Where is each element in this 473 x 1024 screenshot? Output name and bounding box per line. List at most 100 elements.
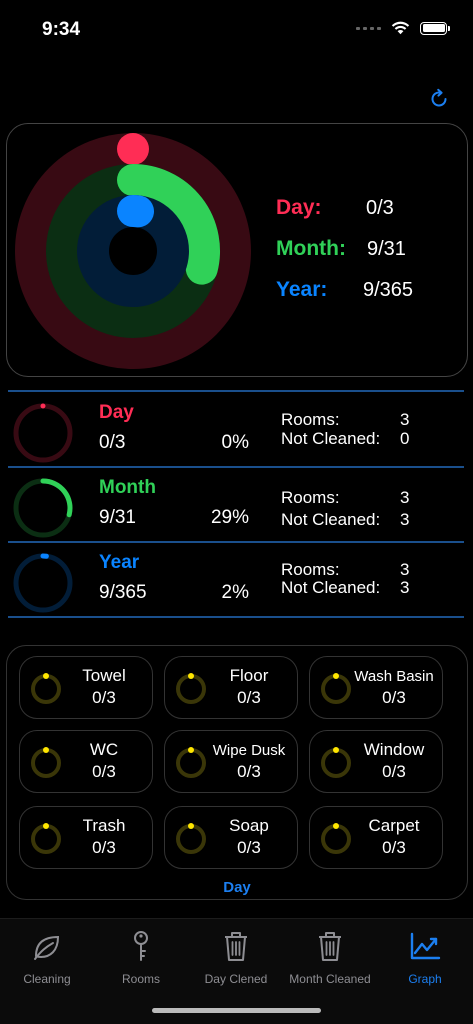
room-tile-soap[interactable]: Soap 0/3 xyxy=(164,806,298,869)
room-value: 0/3 xyxy=(92,838,116,857)
legend-year-label: Year: xyxy=(276,278,328,301)
not-cleaned-label: Not Cleaned: xyxy=(281,578,381,597)
not-cleaned-value: 3 xyxy=(400,510,410,529)
room-name: Floor xyxy=(229,666,269,685)
row-title: Day xyxy=(99,402,134,423)
wifi-icon xyxy=(391,21,410,35)
room-tiles-card: Towel 0/3 Floor 0/3 Wash Basin 0/3 WC 0/… xyxy=(6,645,468,900)
room-name: Trash xyxy=(82,816,126,835)
rooms-label: Rooms: xyxy=(281,488,340,507)
room-name: Carpet xyxy=(368,816,420,835)
year-progress-ring xyxy=(13,553,73,613)
room-tile-wc[interactable]: WC 0/3 xyxy=(19,730,153,793)
divider xyxy=(8,541,464,543)
chart-icon xyxy=(410,932,441,960)
room-tile-trash[interactable]: Trash 0/3 xyxy=(19,806,153,869)
row-ring-track xyxy=(13,553,73,613)
not-cleaned-value: 0 xyxy=(400,429,410,448)
trash-icon xyxy=(225,932,247,961)
legend-day-label: Day: xyxy=(276,196,322,219)
room-value: 0/3 xyxy=(382,838,406,857)
progress-row-month: Month 9/31 29% Rooms: 3 Not Cleaned: 3 xyxy=(8,469,464,541)
room-value: 0/3 xyxy=(382,688,406,707)
room-tile-wipe-dusk[interactable]: Wipe Dusk 0/3 xyxy=(164,730,298,793)
room-tile-window[interactable]: Window 0/3 xyxy=(309,730,443,793)
refresh-icon[interactable] xyxy=(428,88,450,110)
row-percent: 2% xyxy=(221,582,249,603)
tab-label: Graph xyxy=(408,972,442,986)
room-value: 0/3 xyxy=(92,762,116,781)
row-percent: 0% xyxy=(221,432,249,453)
rooms-label: Rooms: xyxy=(281,410,340,429)
tab-rooms[interactable]: Rooms xyxy=(94,929,188,989)
tab-label: Rooms xyxy=(121,972,160,986)
not-cleaned-label: Not Cleaned: xyxy=(281,510,381,529)
row-title: Month xyxy=(99,477,156,498)
room-progress-ring xyxy=(176,747,206,778)
room-progress-ring xyxy=(176,823,206,854)
row-value: 9/31 xyxy=(99,507,136,528)
row-ring-track xyxy=(13,403,73,463)
legend-day-value: 0/3 xyxy=(366,197,394,219)
home-indicator xyxy=(152,1008,321,1013)
day-ring-progress xyxy=(117,133,149,165)
legend-year-value: 9/365 xyxy=(363,279,414,301)
cellular-signal-icon xyxy=(356,26,381,30)
divider xyxy=(8,466,464,468)
progress-row-year: Year 9/365 2% Rooms: 3 Not Cleaned: 3 xyxy=(8,544,464,616)
tab-month-cleaned[interactable]: Month Cleaned xyxy=(283,929,377,989)
room-name: Towel xyxy=(82,666,126,685)
leaf-icon xyxy=(34,935,60,960)
row-value: 9/365 xyxy=(99,582,147,603)
divider xyxy=(8,390,464,392)
legend-month-value: 9/31 xyxy=(367,238,406,260)
room-name: Wash Basin xyxy=(354,668,434,685)
battery-icon xyxy=(420,21,450,35)
key-icon xyxy=(134,931,148,961)
status-icons xyxy=(356,21,450,35)
tab-label: Cleaning xyxy=(23,972,71,986)
room-value: 0/3 xyxy=(237,762,261,781)
day-progress-ring xyxy=(13,403,73,463)
room-tile-floor[interactable]: Floor 0/3 xyxy=(164,656,298,719)
row-percent: 29% xyxy=(210,507,249,528)
tab-graph[interactable]: Graph xyxy=(378,929,472,989)
room-tile-wash-basin[interactable]: Wash Basin 0/3 xyxy=(309,656,443,719)
room-value: 0/3 xyxy=(237,838,261,857)
rooms-value: 3 xyxy=(400,560,410,579)
tab-label: Day Clened xyxy=(204,972,268,986)
room-progress-ring xyxy=(321,823,351,854)
room-value: 0/3 xyxy=(382,762,406,781)
row-ring-progress xyxy=(40,403,46,409)
progress-row-day: Day 0/3 0% Rooms: 3 Not Cleaned: 0 xyxy=(8,394,464,466)
tab-cleaning[interactable]: Cleaning xyxy=(0,929,94,989)
legend-month-label: Month: xyxy=(276,237,346,260)
activity-rings-card: Day: 0/3 Month: 9/31 Year: 9/365 xyxy=(6,123,468,377)
room-progress-ring xyxy=(321,673,351,704)
row-ring-progress xyxy=(40,478,73,518)
not-cleaned-value: 3 xyxy=(400,578,410,597)
room-progress-ring xyxy=(31,823,61,854)
rooms-value: 3 xyxy=(400,410,410,429)
room-name: WC xyxy=(89,740,119,759)
row-value: 0/3 xyxy=(99,432,126,453)
room-progress-ring xyxy=(321,747,351,778)
room-name: Window xyxy=(363,740,425,759)
divider xyxy=(8,616,464,618)
room-tile-carpet[interactable]: Carpet 0/3 xyxy=(309,806,443,869)
room-value: 0/3 xyxy=(92,688,116,707)
room-progress-ring xyxy=(176,673,206,704)
month-progress-ring xyxy=(13,478,73,538)
period-label: Day xyxy=(223,879,251,896)
trash-icon xyxy=(319,932,341,961)
activity-rings-chart xyxy=(15,133,251,369)
status-bar: 9:34 xyxy=(0,0,473,60)
not-cleaned-label: Not Cleaned: xyxy=(281,429,381,448)
rooms-value: 3 xyxy=(400,488,410,507)
tab-day-cleaned[interactable]: Day Clened xyxy=(189,929,283,989)
room-name: Soap xyxy=(229,816,269,835)
room-progress-ring xyxy=(31,673,61,704)
room-tile-towel[interactable]: Towel 0/3 xyxy=(19,656,153,719)
row-title: Year xyxy=(99,552,140,573)
room-value: 0/3 xyxy=(237,688,261,707)
